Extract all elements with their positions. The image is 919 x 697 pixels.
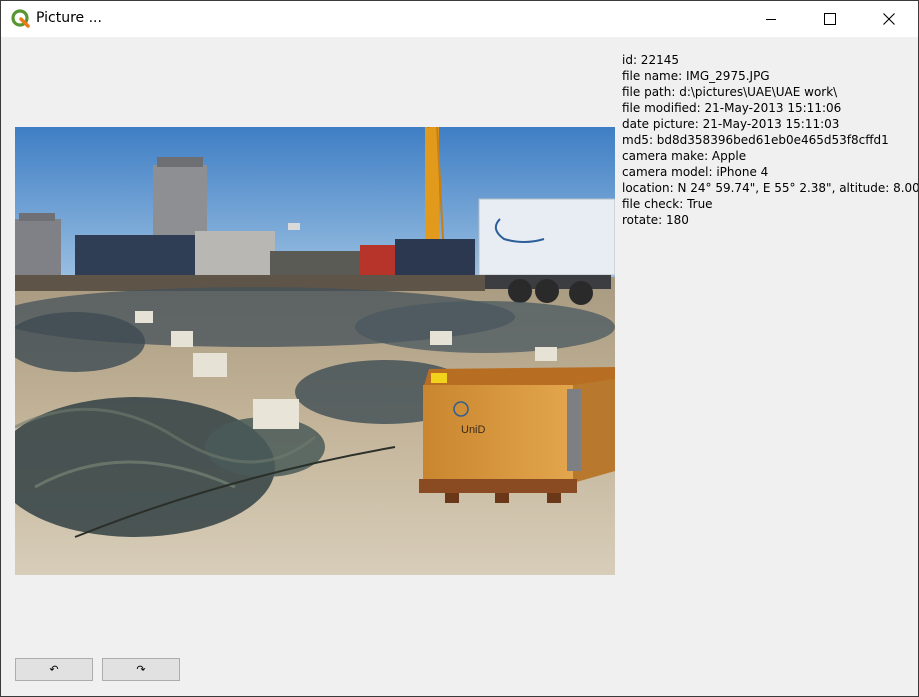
- minimize-icon: [765, 13, 777, 25]
- construction-site-photo: UniD: [15, 127, 615, 575]
- meta-rotate: rotate: 180: [622, 213, 689, 227]
- rotate-left-button[interactable]: ↶: [15, 658, 93, 681]
- meta-file-modified: file modified: 21-May-2013 15:11:06: [622, 101, 842, 115]
- close-button[interactable]: [866, 1, 912, 37]
- meta-file-path: file path: d:\pictures\UAE\UAE work\: [622, 85, 838, 99]
- rotate-right-icon: ↷: [136, 663, 146, 676]
- meta-date-picture: date picture: 21-May-2013 15:11:03: [622, 117, 840, 131]
- maximize-button[interactable]: [807, 1, 853, 37]
- metadata-list: id: 22145 file name: IMG_2975.JPG file p…: [622, 52, 919, 228]
- meta-location: location: N 24° 59.74", E 55° 2.38", alt…: [622, 181, 919, 195]
- meta-camera-make: camera make: Apple: [622, 149, 747, 163]
- close-icon: [883, 13, 895, 25]
- minimize-button[interactable]: [748, 1, 794, 37]
- meta-id: id: 22145: [622, 53, 679, 67]
- window-title: Picture ...: [36, 10, 102, 26]
- picture-window: Picture ... UniD id: 22145 file name: IM…: [0, 0, 919, 697]
- title-bar[interactable]: Picture ...: [1, 1, 918, 37]
- maximize-icon: [824, 13, 836, 25]
- rotate-right-button[interactable]: ↷: [102, 658, 180, 681]
- picture-view: UniD: [15, 127, 615, 575]
- crate-label: UniD: [461, 424, 486, 436]
- meta-camera-model: camera model: iPhone 4: [622, 165, 769, 179]
- meta-md5: md5: bd8d358396bed61eb0e465d53f8cffd1: [622, 133, 889, 147]
- meta-file-name: file name: IMG_2975.JPG: [622, 69, 770, 83]
- rotate-left-icon: ↶: [49, 663, 59, 676]
- qgis-logo-icon: [11, 9, 30, 28]
- meta-file-check: file check: True: [622, 197, 713, 211]
